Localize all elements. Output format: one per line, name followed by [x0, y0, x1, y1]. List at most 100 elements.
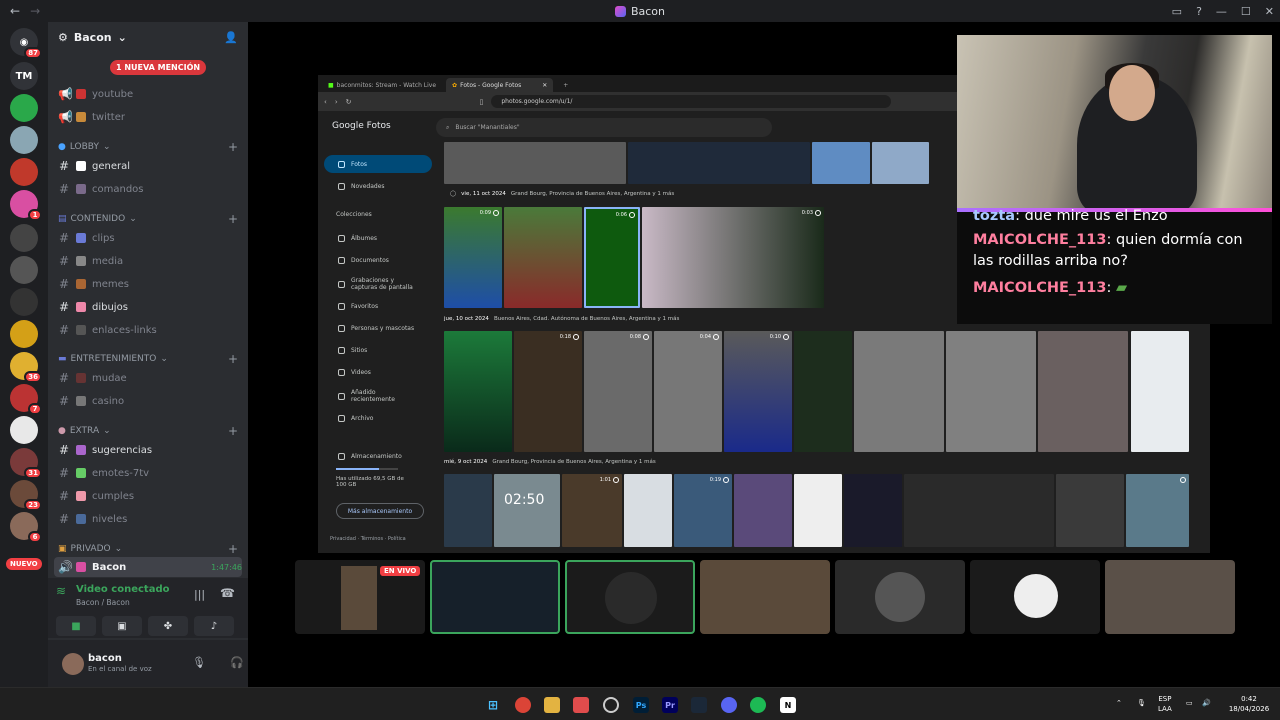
new-servers-badge[interactable]: NUEVO	[6, 558, 42, 570]
photo-thumb[interactable]	[734, 474, 792, 547]
photo-thumb[interactable]	[904, 474, 1054, 547]
camera-button[interactable]: ■	[56, 616, 96, 636]
reload-icon[interactable]: ↻	[346, 98, 352, 106]
browser-tab-active[interactable]: ✿ Fotos - Google Fotos ✕	[446, 78, 554, 92]
server-icon[interactable]	[10, 126, 38, 154]
photo-thumb[interactable]	[624, 474, 672, 547]
close-tab-icon[interactable]: ✕	[542, 82, 547, 89]
server-icon[interactable]	[10, 416, 38, 444]
microphone-icon[interactable]: 🎙	[192, 656, 206, 669]
footer-links[interactable]: Privacidad · Términos · Política	[330, 536, 406, 542]
participant-tile-selected[interactable]	[430, 560, 560, 634]
server-icon[interactable]	[10, 320, 38, 348]
notion-icon[interactable]: N	[780, 697, 796, 713]
chrome-icon[interactable]	[515, 697, 531, 713]
avatar[interactable]	[62, 653, 84, 675]
disconnect-icon[interactable]: ☎	[220, 586, 235, 600]
photos-search[interactable]: ⌕ Buscar "Manantiales"	[436, 118, 772, 137]
video-thumb[interactable]: 0:03	[642, 207, 824, 308]
photo-thumb[interactable]	[946, 331, 1036, 452]
more-storage-button[interactable]: Más almacenamiento	[336, 503, 424, 519]
channel-enlaces[interactable]: # enlaces-links	[58, 320, 238, 340]
add-channel-icon[interactable]: +	[228, 424, 238, 438]
new-mention-pill[interactable]: 1 NUEVA MENCIÓN	[110, 60, 207, 75]
server-icon[interactable]	[10, 94, 38, 122]
photo-thumb[interactable]	[854, 331, 944, 452]
maximize-button[interactable]: ☐	[1241, 5, 1251, 18]
server-icon[interactable]: 6	[10, 512, 42, 543]
video-thumb[interactable]: 0:10	[724, 331, 792, 452]
nav-videos[interactable]: Videos	[324, 363, 432, 381]
microphone-icon[interactable]: 🎙	[1137, 698, 1146, 708]
voice-status-title[interactable]: Video conectado	[76, 584, 169, 595]
help-icon[interactable]: ?	[1196, 5, 1202, 18]
channel-mudae[interactable]: # mudae	[58, 368, 238, 388]
channel-niveles[interactable]: # niveles	[58, 509, 238, 529]
photo-thumb[interactable]	[812, 142, 870, 184]
video-thumb[interactable]: 0:08	[584, 331, 652, 452]
server-icon[interactable]: 23	[10, 480, 42, 511]
channel-clips[interactable]: # clips	[58, 228, 238, 248]
soundboard-button[interactable]: ♪	[194, 616, 234, 636]
server-icon[interactable]: 31	[10, 448, 42, 479]
google-photos-logo[interactable]: Google Fotos	[332, 121, 391, 131]
video-thumb[interactable]: 0:19	[674, 474, 732, 547]
obs-icon[interactable]	[603, 697, 619, 713]
clock[interactable]: 0:42 18/04/2026	[1224, 694, 1274, 714]
channel-emotes[interactable]: # emotes-7tv	[58, 463, 238, 483]
forward-icon[interactable]: ›	[335, 98, 338, 106]
video-thumb[interactable]: 1:01	[562, 474, 622, 547]
nav-albumes[interactable]: Álbumes	[324, 229, 432, 247]
server-icon[interactable]	[10, 288, 38, 316]
channel-youtube[interactable]: 📢 youtube	[58, 84, 238, 104]
photo-thumb[interactable]	[444, 474, 492, 547]
channel-sugerencias[interactable]: # sugerencias	[58, 440, 238, 460]
photo-thumb[interactable]	[844, 474, 902, 547]
participant-tile[interactable]	[835, 560, 965, 634]
add-channel-icon[interactable]: +	[228, 140, 238, 154]
add-channel-icon[interactable]: +	[228, 542, 238, 556]
file-explorer-icon[interactable]	[544, 697, 560, 713]
photo-thumb[interactable]	[1038, 331, 1128, 452]
add-member-icon[interactable]: 👤	[224, 31, 238, 44]
channel-twitter[interactable]: 📢 twitter	[58, 107, 238, 127]
snipping-tool-icon[interactable]	[573, 697, 589, 713]
nav-almacenamiento[interactable]: Almacenamiento	[324, 447, 432, 465]
nav-favoritos[interactable]: Favoritos	[324, 297, 432, 315]
photo-thumb[interactable]	[794, 331, 852, 452]
video-thumb[interactable]: 0:18	[514, 331, 582, 452]
nav-fotos[interactable]: Fotos	[324, 155, 432, 173]
back-arrow-icon[interactable]: ←	[10, 4, 20, 18]
category-contenido[interactable]: ▤ CONTENIDO ⌄ +	[58, 212, 238, 226]
url-field[interactable]: photos.google.com/u/1/	[491, 95, 892, 108]
category-privado[interactable]: ▣ PRIVADO ⌄ +	[58, 542, 238, 556]
photo-thumb[interactable]	[794, 474, 842, 547]
server-icon[interactable]	[10, 158, 38, 186]
photo-thumb[interactable]	[872, 142, 929, 184]
photo-thumb[interactable]	[444, 331, 512, 452]
video-thumb[interactable]: 0:09	[444, 207, 502, 308]
nav-sitios[interactable]: Sitios	[324, 341, 432, 359]
new-tab-button[interactable]: +	[557, 78, 574, 92]
noise-suppression-icon[interactable]: |||	[194, 588, 205, 601]
video-thumb[interactable]: 0:04	[654, 331, 722, 452]
photo-thumb[interactable]	[444, 142, 626, 184]
nav-documentos[interactable]: Documentos	[324, 251, 432, 269]
inbox-icon[interactable]: ▭	[1172, 5, 1182, 18]
network-icon[interactable]: ▭	[1186, 698, 1193, 708]
category-extra[interactable]: ● EXTRA ⌄ +	[58, 424, 238, 438]
browser-tab[interactable]: ■ baconmitos: Stream - Watch Live	[322, 78, 442, 92]
back-icon[interactable]: ‹	[324, 98, 327, 106]
participant-tile[interactable]	[1105, 560, 1235, 634]
server-icon[interactable]	[10, 224, 38, 252]
server-icon[interactable]	[10, 256, 38, 284]
spotify-icon[interactable]	[750, 697, 766, 713]
photo-thumb[interactable]	[504, 207, 582, 308]
server-tm[interactable]: TM	[10, 62, 38, 90]
participant-tile[interactable]	[700, 560, 830, 634]
channel-comandos[interactable]: # comandos	[58, 179, 238, 199]
minimize-button[interactable]: —	[1216, 5, 1227, 18]
steam-icon[interactable]	[691, 697, 707, 713]
category-lobby[interactable]: ● LOBBY ⌄ +	[58, 140, 238, 154]
headphones-icon[interactable]: 🎧	[230, 656, 244, 669]
